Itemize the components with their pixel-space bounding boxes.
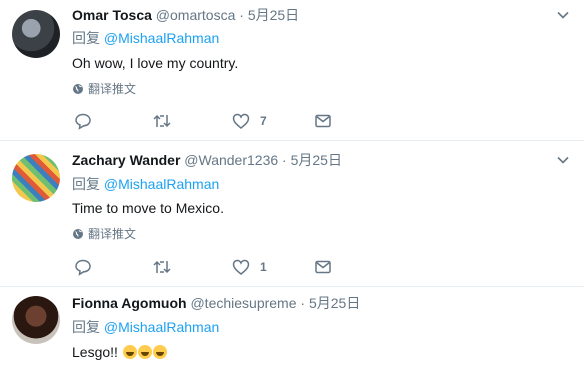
rolling-on-floor-laughing-emoji	[152, 345, 167, 359]
like-count: 1	[260, 260, 267, 274]
tweet-actions: 1	[72, 257, 342, 277]
reply-button[interactable]	[74, 257, 92, 277]
avatar[interactable]	[12, 154, 60, 202]
like-count: 7	[260, 114, 267, 128]
heart-icon	[232, 259, 250, 275]
reply-button[interactable]	[74, 111, 92, 131]
tweet-text: Lesgo!!	[72, 343, 167, 361]
tweet-date[interactable]: 5月25日	[309, 295, 360, 311]
tweet-header: Omar Tosca @omartosca · 5月25日	[72, 6, 552, 24]
tweet-text: Time to move to Mexico.	[72, 200, 224, 216]
tweet-date[interactable]: 5月25日	[291, 152, 342, 168]
translate-tweet-link[interactable]: 翻译推文	[72, 226, 136, 242]
reply-to-link[interactable]: @MishaalRahman	[104, 30, 219, 46]
direct-message-button[interactable]	[314, 257, 332, 277]
avatar[interactable]	[12, 10, 60, 58]
envelope-icon	[315, 260, 331, 274]
author-handle[interactable]: @techiesupreme	[190, 295, 296, 311]
direct-message-button[interactable]	[314, 111, 332, 131]
author-handle[interactable]: @Wander1236	[184, 152, 278, 168]
reply-icon	[75, 259, 91, 276]
reply-context: 回复 @MishaalRahman	[72, 318, 219, 336]
separator-dot: ·	[282, 152, 287, 168]
rolling-on-floor-laughing-emoji	[137, 345, 152, 359]
reply-prefix: 回复	[72, 30, 100, 46]
retweet-icon	[153, 260, 171, 274]
tweet-header: Zachary Wander @Wander1236 · 5月25日	[72, 151, 552, 169]
chevron-down-icon[interactable]	[556, 8, 570, 22]
reply-to-link[interactable]: @MishaalRahman	[104, 319, 219, 335]
tweet-header: Fionna Agomuoh @techiesupreme · 5月25日	[72, 294, 552, 312]
reply-context: 回复 @MishaalRahman	[72, 175, 219, 193]
globe-icon	[73, 84, 83, 94]
retweet-icon	[153, 114, 171, 128]
reply-prefix: 回复	[72, 176, 100, 192]
reply-to-link[interactable]: @MishaalRahman	[104, 176, 219, 192]
translate-label: 翻译推文	[88, 82, 137, 96]
reply-prefix: 回复	[72, 319, 100, 335]
retweet-button[interactable]	[152, 111, 172, 131]
separator-dot: ·	[300, 295, 306, 311]
tweet-card[interactable]: Omar Tosca @omartosca · 5月25日 回复 @Mishaa…	[0, 0, 584, 141]
like-button[interactable]: 7	[232, 111, 267, 131]
envelope-icon	[315, 114, 331, 128]
globe-icon	[73, 229, 83, 239]
translate-tweet-link[interactable]: 翻译推文	[72, 81, 136, 97]
author-name[interactable]: Omar Tosca	[72, 7, 152, 23]
tweet-date[interactable]: 5月25日	[248, 7, 299, 23]
separator-dot: ·	[239, 7, 244, 23]
author-name[interactable]: Fionna Agomuoh	[72, 295, 187, 311]
reply-context: 回复 @MishaalRahman	[72, 29, 219, 47]
reply-icon	[75, 113, 91, 130]
avatar[interactable]	[12, 296, 60, 344]
heart-icon	[232, 113, 250, 129]
chevron-down-icon[interactable]	[556, 153, 570, 167]
translate-label: 翻译推文	[88, 227, 137, 241]
retweet-button[interactable]	[152, 257, 172, 277]
author-name[interactable]: Zachary Wander	[72, 152, 180, 168]
tweet-text-content: Lesgo!!	[72, 344, 118, 360]
like-button[interactable]: 1	[232, 257, 267, 277]
author-handle[interactable]: @omartosca	[156, 7, 236, 23]
rolling-on-floor-laughing-emoji	[122, 345, 137, 359]
tweet-card[interactable]: Fionna Agomuoh @techiesupreme · 5月25日 回复…	[0, 287, 584, 367]
tweet-text: Oh wow, I love my country.	[72, 55, 239, 71]
tweet-actions: 7	[72, 111, 342, 131]
tweet-card[interactable]: Zachary Wander @Wander1236 · 5月25日 回复 @M…	[0, 141, 584, 287]
